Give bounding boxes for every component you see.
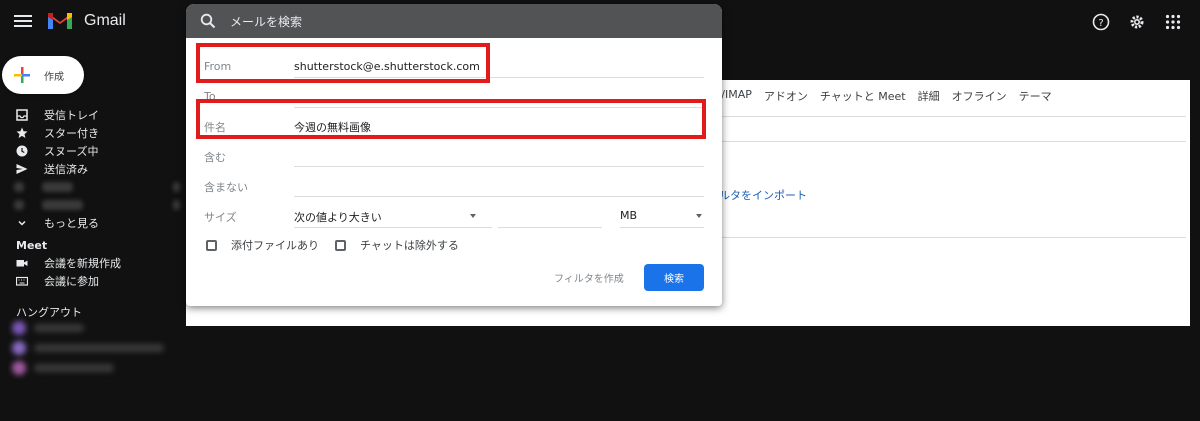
hangouts-section-title: ハングアウト [16,306,82,319]
size-label: サイズ [204,211,237,224]
join-meeting-item[interactable]: 会議に参加 [0,272,180,290]
search-icon [200,13,216,29]
compose-label: 作成 [44,71,64,83]
menu-bar [14,25,32,27]
not-has-label: 含まない [204,181,248,194]
sidebar-item-label: 受信トレイ [44,109,99,122]
menu-bar [14,20,32,22]
blurred-label-row[interactable] [0,196,180,214]
not-has-input[interactable] [294,196,704,197]
size-unit-select[interactable]: MB [620,209,704,222]
size-operator-value: 次の値より大きい [294,211,382,224]
highlight-box-subject [196,99,706,139]
plus-icon [14,67,30,83]
tab-advanced[interactable]: 詳細 [918,88,940,104]
sidebar-item-more[interactable]: もっと見る [0,214,180,232]
dropdown-arrow-icon [470,214,476,218]
inbox-icon [16,109,28,121]
not-has-row: 含まない [204,175,704,197]
gmail-logo-icon[interactable] [46,9,74,33]
tab-themes[interactable]: テーマ [1019,88,1052,104]
video-camera-icon [16,257,28,269]
keyboard-icon [16,275,28,287]
sidebar-item-label: スター付き [44,127,99,140]
has-words-input[interactable] [294,166,704,167]
divider [722,116,1186,117]
size-row: サイズ 次の値より大きい MB [204,205,704,228]
sidebar-item-label: もっと見る [44,217,99,230]
search-bar[interactable]: メールを検索 [186,4,722,38]
sidebar-item-sent[interactable]: 送信済み [0,160,180,178]
main-menu-button[interactable] [14,12,32,32]
join-meeting-label: 会議に参加 [44,275,99,288]
tab-addons[interactable]: アドオン [764,88,808,104]
checkbox-box[interactable] [335,239,346,251]
dropdown-arrow-icon [696,214,702,218]
sidebar-item-starred[interactable]: スター付き [0,124,180,142]
import-filters-link[interactable]: ルタをインポート [719,187,807,203]
size-operator-select[interactable]: 次の値より大きい [294,209,494,225]
sidebar-item-inbox[interactable]: 受信トレイ [0,106,180,124]
highlight-box-from [196,43,490,83]
compose-button[interactable]: 作成 [2,56,84,94]
menu-bar [14,15,32,17]
new-meeting-item[interactable]: 会議を新規作成 [0,254,180,272]
has-words-label: 含む [204,151,226,164]
sidebar-nav: 受信トレイ スター付き スヌーズ中 送信済み もっと見る [0,106,180,232]
help-icon[interactable]: ? [1090,11,1112,33]
gear-icon[interactable] [1126,11,1148,33]
new-meeting-label: 会議を新規作成 [44,257,121,270]
clock-icon [16,145,28,157]
create-filter-button[interactable]: フィルタを作成 [554,270,624,285]
meet-section-title: Meet [16,239,48,252]
has-attachment-label: 添付ファイルあり [231,239,319,252]
divider [722,237,1186,238]
sidebar-item-label: 送信済み [44,163,88,176]
chevron-down-icon [16,217,28,229]
exclude-chats-label: チャットは除外する [360,239,459,252]
sidebar-item-label: スヌーズ中 [44,145,99,158]
svg-text:?: ? [1098,18,1103,29]
has-words-row: 含む [204,145,704,167]
divider [722,141,1186,142]
star-icon [16,127,28,139]
tab-chat-meet[interactable]: チャットと Meet [820,88,906,104]
search-input[interactable]: メールを検索 [230,13,302,30]
tab-offline[interactable]: オフライン [952,88,1007,104]
search-button[interactable]: 検索 [644,264,704,291]
blurred-hangout-row[interactable] [10,320,180,384]
checkbox-box[interactable] [206,239,217,251]
size-value-input[interactable] [498,227,602,228]
has-attachment-checkbox[interactable]: 添付ファイルあり [206,237,319,253]
size-unit-value: MB [620,209,638,222]
blurred-label-row[interactable] [0,178,180,196]
sidebar-item-snoozed[interactable]: スヌーズ中 [0,142,180,160]
settings-tabs: OP/IMAP アドオン チャットと Meet 詳細 オフライン テーマ [706,88,1052,104]
send-icon [16,163,28,175]
field-underline [294,227,492,228]
gmail-brand-text: Gmail [84,12,126,29]
field-underline [620,227,704,228]
exclude-chats-checkbox[interactable]: チャットは除外する [335,237,459,253]
apps-grid-icon[interactable] [1162,11,1184,33]
